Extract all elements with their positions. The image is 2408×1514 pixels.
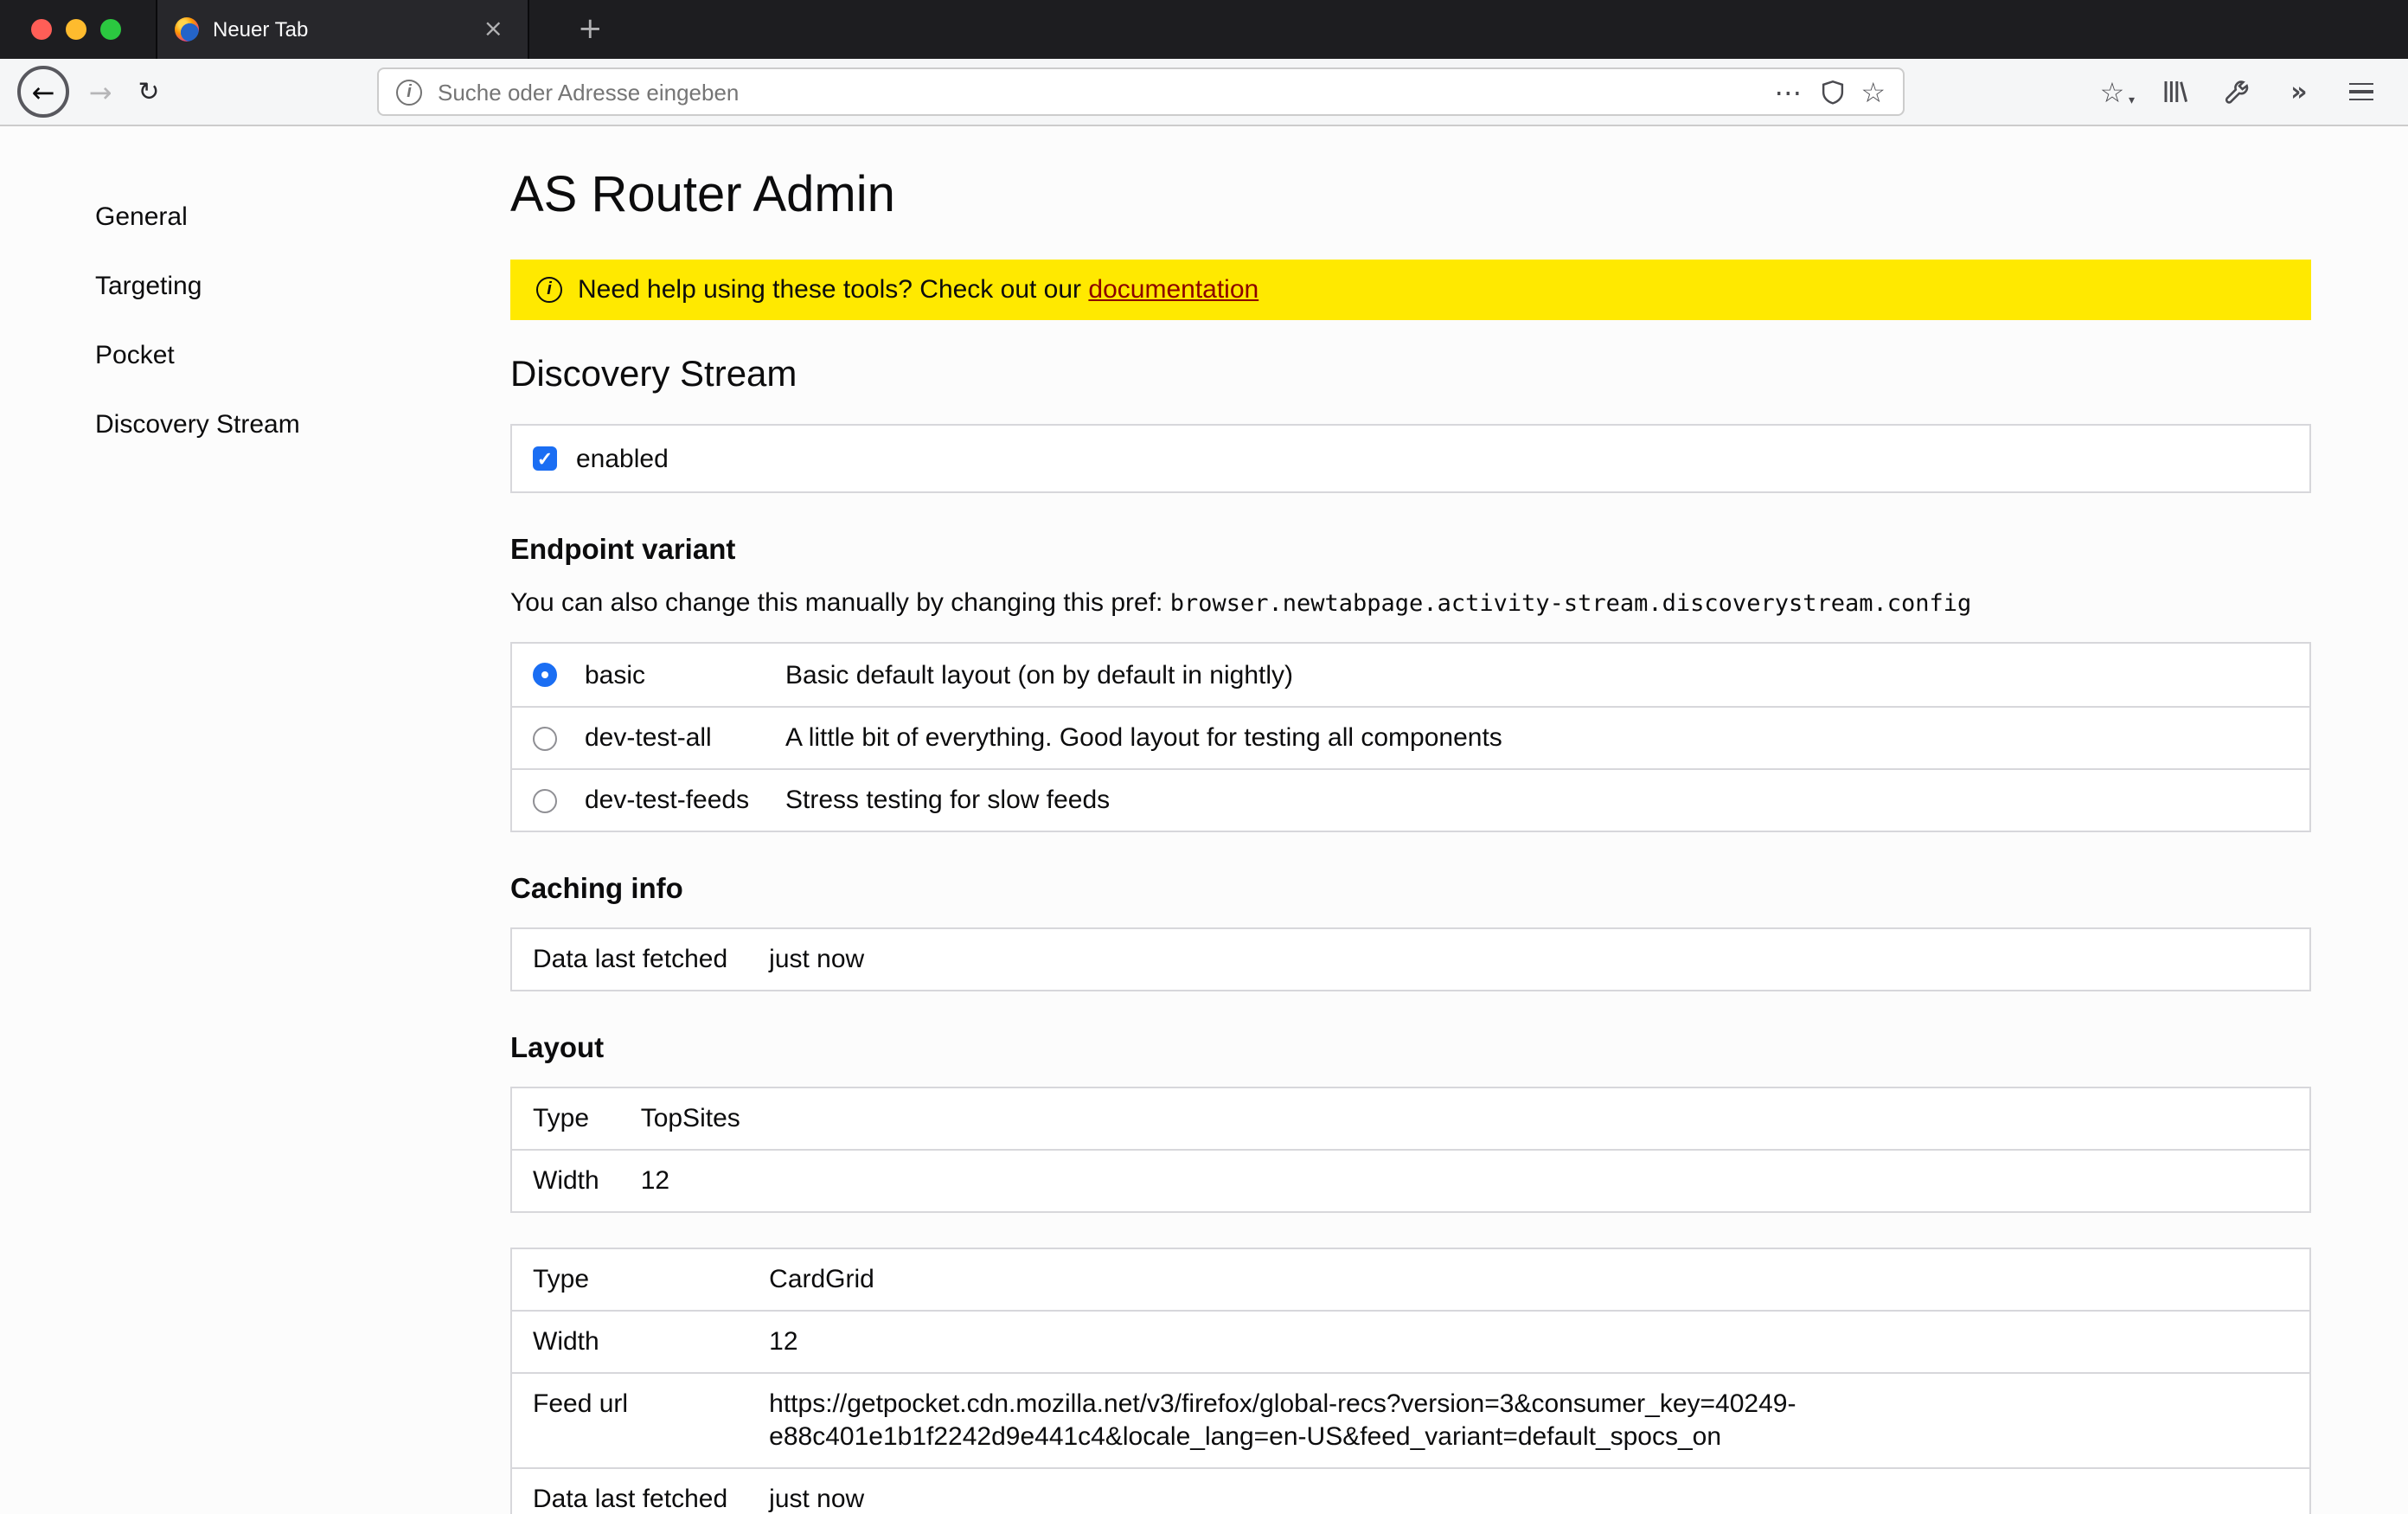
caching-table: Data last fetched just now	[510, 927, 2311, 991]
option-name: basic	[585, 660, 785, 690]
row-value: just now	[748, 928, 2310, 991]
bookmark-star-icon[interactable]: ☆	[1860, 75, 1886, 108]
row-value: 12	[620, 1150, 2310, 1212]
radio-dev-test-feeds[interactable]	[533, 788, 557, 812]
layout-table-cardgrid: Type CardGrid Width 12 Feed url https://…	[510, 1248, 2311, 1514]
row-value: https://getpocket.cdn.mozilla.net/v3/fir…	[748, 1373, 2310, 1468]
bookmarks-menu-icon[interactable]: ☆ ▾	[2097, 76, 2128, 107]
back-button[interactable]: ←	[17, 66, 69, 118]
option-description: Stress testing for slow feeds	[785, 786, 1110, 815]
sidebar: General Targeting Pocket Discovery Strea…	[0, 126, 510, 1514]
url-input[interactable]	[438, 79, 1758, 105]
row-label: Width	[511, 1311, 748, 1373]
sidebar-item-targeting[interactable]: Targeting	[95, 272, 510, 301]
row-label: Data last fetched	[511, 1468, 748, 1514]
new-tab-button[interactable]: +	[554, 0, 627, 59]
browser-window: Neuer Tab × + ← → ↻ i ⋯ ☆ ☆ ▾	[0, 0, 2408, 1514]
row-label: Data last fetched	[511, 928, 748, 991]
option-description: Basic default layout (on by default in n…	[785, 660, 1293, 690]
library-icon[interactable]	[2159, 76, 2190, 107]
enabled-toggle-row: enabled	[510, 424, 2311, 493]
browser-tab[interactable]: Neuer Tab ×	[156, 0, 529, 59]
table-row: Data last fetched just now	[511, 1468, 2310, 1514]
enabled-label: enabled	[576, 444, 669, 473]
documentation-link[interactable]: documentation	[1088, 275, 1258, 305]
toolbar-icons: ☆ ▾ »	[2097, 76, 2377, 107]
layout-table-topsites: Type TopSites Width 12	[510, 1087, 2311, 1213]
info-icon: i	[536, 277, 562, 303]
option-row-dev-test-all[interactable]: dev-test-all A little bit of everything.…	[512, 706, 2309, 768]
table-row: Width 12	[511, 1311, 2310, 1373]
row-label: Width	[511, 1150, 620, 1212]
radio-dev-test-all[interactable]	[533, 726, 557, 750]
shield-icon[interactable]	[1819, 79, 1845, 105]
pref-hint: You can also change this manually by cha…	[510, 588, 2311, 618]
window-controls	[0, 0, 156, 59]
minimize-window-button[interactable]	[66, 19, 86, 40]
reload-button[interactable]: ↻	[125, 67, 173, 116]
sidebar-item-pocket[interactable]: Pocket	[95, 341, 510, 370]
option-description: A little bit of everything. Good layout …	[785, 723, 1502, 753]
help-banner-text: Need help using these tools? Check out o…	[578, 275, 1258, 305]
navigation-toolbar: ← → ↻ i ⋯ ☆ ☆ ▾ »	[0, 59, 2408, 126]
firefox-favicon	[175, 17, 199, 42]
row-label: Type	[511, 1248, 748, 1311]
option-name: dev-test-all	[585, 723, 785, 753]
row-label: Feed url	[511, 1373, 748, 1468]
radio-basic[interactable]	[533, 663, 557, 687]
forward-button[interactable]: →	[76, 67, 125, 116]
table-row: Type CardGrid	[511, 1248, 2310, 1311]
main-panel: AS Router Admin i Need help using these …	[510, 126, 2311, 1514]
option-row-basic[interactable]: basic Basic default layout (on by defaul…	[512, 644, 2309, 706]
help-banner: i Need help using these tools? Check out…	[510, 260, 2311, 320]
row-value: just now	[748, 1468, 2310, 1514]
close-window-button[interactable]	[31, 19, 52, 40]
endpoint-variant-heading: Endpoint variant	[510, 535, 2311, 568]
layout-heading: Layout	[510, 1033, 2311, 1066]
page-info-icon[interactable]: i	[396, 79, 422, 105]
endpoint-options-table: basic Basic default layout (on by defaul…	[510, 642, 2311, 832]
table-row: Data last fetched just now	[511, 928, 2310, 991]
enabled-checkbox[interactable]	[533, 446, 557, 471]
row-label: Type	[511, 1087, 620, 1150]
pref-name: browser.newtabpage.activity-stream.disco…	[1170, 590, 1972, 618]
section-title: Discovery Stream	[510, 355, 2311, 396]
table-row: Width 12	[511, 1150, 2310, 1212]
tab-title: Neuer Tab	[213, 17, 463, 42]
option-row-dev-test-feeds[interactable]: dev-test-feeds Stress testing for slow f…	[512, 768, 2309, 831]
row-value: CardGrid	[748, 1248, 2310, 1311]
overflow-chevron-icon[interactable]: »	[2283, 76, 2315, 107]
maximize-window-button[interactable]	[100, 19, 121, 40]
titlebar: Neuer Tab × +	[0, 0, 2408, 59]
page-content: General Targeting Pocket Discovery Strea…	[0, 126, 2408, 1514]
option-name: dev-test-feeds	[585, 786, 785, 815]
row-value: TopSites	[620, 1087, 2310, 1150]
page-title: AS Router Admin	[510, 168, 2311, 225]
caret-down-icon: ▾	[2129, 93, 2135, 107]
menu-icon[interactable]	[2346, 76, 2377, 107]
sidebar-item-general[interactable]: General	[95, 202, 510, 232]
page-actions-icon[interactable]: ⋯	[1774, 75, 1803, 108]
row-value: 12	[748, 1311, 2310, 1373]
caching-info-heading: Caching info	[510, 874, 2311, 907]
table-row: Type TopSites	[511, 1087, 2310, 1150]
tab-close-icon[interactable]: ×	[477, 14, 510, 45]
sidebar-item-discovery-stream[interactable]: Discovery Stream	[95, 410, 510, 439]
table-row: Feed url https://getpocket.cdn.mozilla.n…	[511, 1373, 2310, 1468]
url-bar[interactable]: i ⋯ ☆	[377, 67, 1905, 116]
developer-tools-icon[interactable]	[2221, 76, 2252, 107]
